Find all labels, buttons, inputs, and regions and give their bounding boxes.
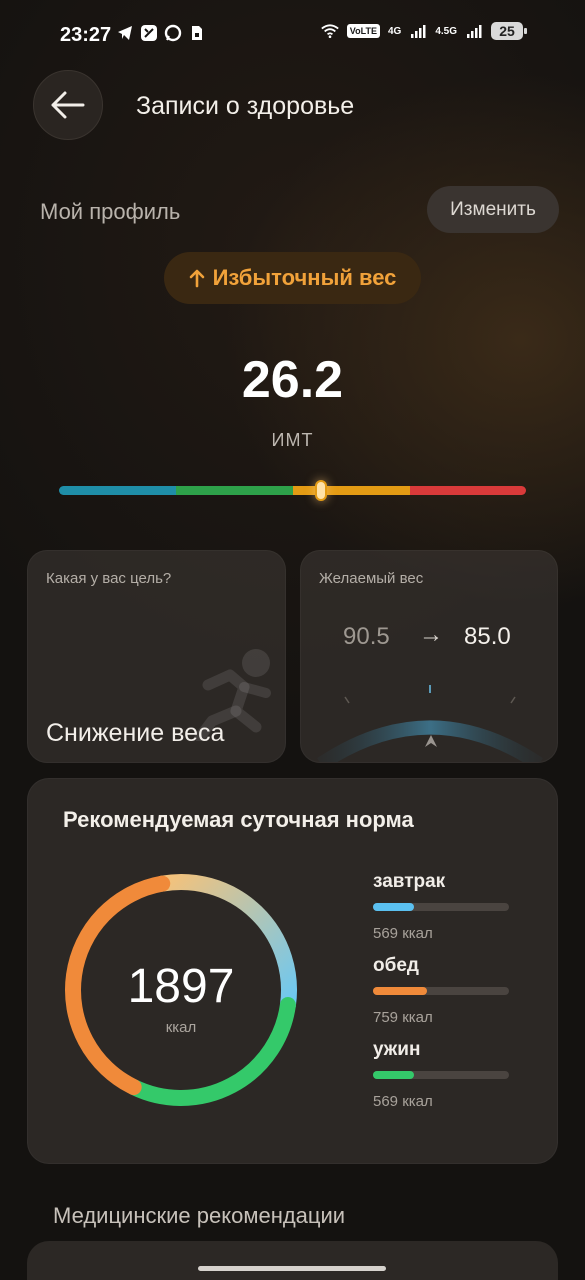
bmi-marker [314, 480, 327, 501]
bmi-value: 26.2 [241, 351, 344, 409]
health-records-screen: 23:27 VoLTE 4G 4.5G 25 Записи о здоровье… [0, 0, 585, 1280]
meal-progress-fill [373, 1071, 414, 1079]
status-time: 23:27 [60, 24, 112, 46]
meal-progress [373, 987, 509, 995]
weight-dial [317, 685, 543, 762]
calorie-unit: ккал [165, 1019, 197, 1036]
daily-norm-card[interactable]: Рекомендуемая суточная норма 1897 ккал з… [27, 778, 558, 1164]
signal-icon-2 [465, 22, 483, 40]
network-label-1: 4G [387, 25, 402, 37]
wifi-icon [321, 22, 339, 40]
chat-icon [164, 24, 182, 42]
system-icons: VoLTE 4G 4.5G 25 [321, 22, 527, 40]
meal-progress-fill [373, 987, 428, 995]
bmi-scale [59, 480, 526, 501]
calorie-total: 1897 [127, 960, 235, 1013]
meal-kcal: 759 ккал [373, 1009, 433, 1026]
target-weight-caption: Желаемый вес [319, 570, 424, 587]
back-button[interactable] [33, 70, 103, 140]
target-weight: 85.0 [464, 623, 511, 650]
weight-status-text: Избыточный вес [212, 265, 397, 290]
goal-value: Снижение веса [46, 719, 225, 747]
volte-badge: VoLTE [346, 24, 380, 38]
goal-card[interactable]: Какая у вас цель? Снижение веса [27, 550, 286, 763]
meal-breakfast: завтрак 569 ккал [373, 871, 513, 942]
notification-icons [116, 24, 206, 42]
bmi-scale-underweight [59, 486, 176, 495]
meal-progress-fill [373, 903, 414, 911]
bmi-scale-obese [410, 486, 526, 495]
sim-icon [188, 24, 206, 42]
page-title: Записи о здоровье [136, 92, 355, 120]
battery-indicator: 25 [491, 22, 527, 40]
signal-icon [409, 22, 427, 40]
status-bar: 23:27 VoLTE 4G 4.5G 25 [0, 0, 585, 70]
arrow-left-icon [51, 91, 85, 119]
medical-recommendations-title: Медицинские рекомендации [53, 1203, 346, 1228]
weight-status-badge: Избыточный вес [164, 252, 421, 304]
meal-lunch: обед 759 ккал [373, 955, 513, 1026]
network-label-2: 4.5G [435, 25, 457, 37]
arrow-up-icon [189, 269, 204, 288]
meal-kcal: 569 ккал [373, 925, 433, 942]
bmi-scale-overweight [293, 486, 410, 495]
app-badge-icon [140, 24, 158, 42]
bmi-label: ИМТ [271, 430, 314, 450]
edit-profile-button[interactable]: Изменить [427, 186, 559, 233]
arrow-right-icon: → [419, 621, 443, 648]
telegram-icon [116, 24, 134, 42]
home-indicator[interactable] [198, 1266, 386, 1271]
medical-recommendations-card[interactable] [27, 1241, 558, 1280]
goal-caption: Какая у вас цель? [46, 570, 172, 587]
meal-name: обед [373, 955, 419, 976]
meal-name: завтрак [373, 871, 446, 892]
meal-kcal: 569 ккал [373, 1093, 433, 1110]
meal-name: ужин [373, 1039, 421, 1060]
current-weight: 90.5 [343, 623, 390, 650]
daily-norm-title: Рекомендуемая суточная норма [63, 807, 414, 832]
bmi-scale-normal [176, 486, 293, 495]
meal-dinner: ужин 569 ккал [373, 1039, 513, 1110]
target-weight-card[interactable]: Желаемый вес 90.5 → 85.0 [300, 550, 558, 763]
profile-label: Мой профиль [40, 199, 181, 224]
meal-progress [373, 903, 509, 911]
meal-progress [373, 1071, 509, 1079]
